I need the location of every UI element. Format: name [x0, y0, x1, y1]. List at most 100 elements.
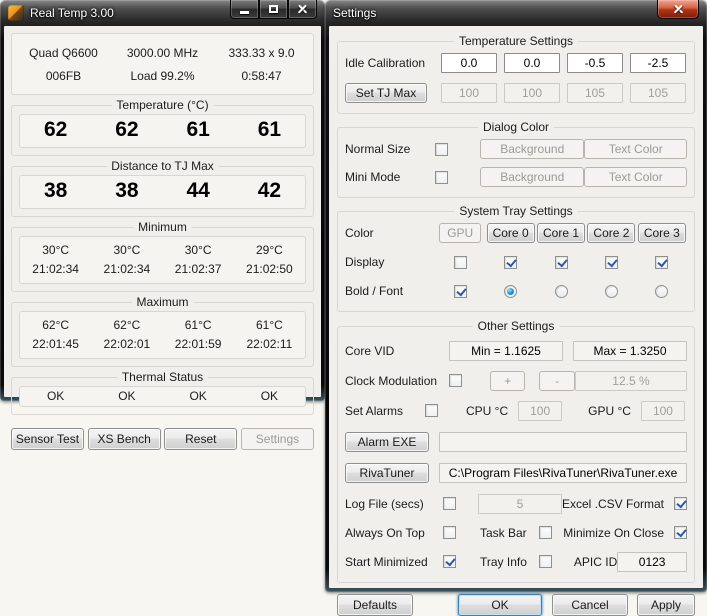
realtemp-window-title: Real Temp 3.00 — [30, 6, 114, 20]
max-time-core1: 22:02:01 — [91, 337, 162, 351]
minimize-on-close-checkbox[interactable] — [674, 526, 687, 539]
display-core1-checkbox[interactable] — [555, 256, 568, 269]
max-time-core3: 22:02:11 — [234, 337, 305, 351]
cpu-alarm-field: 100 — [518, 401, 562, 421]
min-time-core1: 21:02:34 — [91, 262, 162, 276]
set-alarms-checkbox[interactable] — [425, 404, 438, 417]
thermal-status-title: Thermal Status — [117, 370, 208, 384]
thermal-status-core0: OK — [20, 389, 91, 403]
dialog-color-group: Dialog Color Normal Size Background Text… — [337, 127, 695, 198]
gpu-alarm-label: GPU °C — [588, 404, 631, 418]
max-temp-core0: 62°C — [20, 318, 91, 332]
settings-close-button[interactable] — [657, 0, 699, 19]
settings-titlebar[interactable]: Settings — [325, 0, 707, 26]
reset-button[interactable]: Reset — [164, 428, 237, 450]
modulation-plus-button: + — [490, 371, 525, 391]
cpu-clock: 3000.00 MHz — [113, 46, 212, 60]
sensor-test-button[interactable]: Sensor Test — [11, 428, 84, 450]
settings-client-area: Temperature Settings Idle Calibration 0.… — [329, 26, 703, 588]
alarm-exe-button[interactable]: Alarm EXE — [345, 432, 429, 452]
core2-color-button[interactable]: Core 2 — [587, 223, 635, 243]
apply-button[interactable]: Apply — [637, 594, 695, 616]
thermal-status-group: Thermal Status OK OK OK OK — [11, 377, 314, 415]
settings-footer: Defaults OK Cancel Apply — [337, 594, 695, 616]
normal-size-checkbox[interactable] — [435, 143, 448, 156]
thermal-status-core3: OK — [234, 389, 305, 403]
xs-bench-button[interactable]: XS Bench — [88, 428, 161, 450]
min-time-core2: 21:02:37 — [163, 262, 234, 276]
core0-color-button[interactable]: Core 0 — [487, 223, 535, 243]
excel-csv-label: Excel .CSV Format — [562, 497, 664, 511]
gpu-alarm-field: 100 — [641, 401, 685, 421]
cpu-multiplier: 333.33 x 9.0 — [212, 46, 311, 60]
thermal-status-core1: OK — [91, 389, 162, 403]
minimum-group-title: Minimum — [133, 220, 192, 234]
excel-csv-checkbox[interactable] — [674, 497, 687, 510]
max-temp-core2: 61°C — [163, 318, 234, 332]
font-core0-radio[interactable] — [504, 285, 517, 298]
log-file-label: Log File (secs) — [345, 497, 433, 511]
idle-calibration-core2-input[interactable]: -0.5 — [567, 53, 623, 73]
uptime: 0:58:47 — [212, 69, 311, 83]
idle-calibration-core3-input[interactable]: -2.5 — [630, 53, 686, 73]
display-core2-checkbox[interactable] — [605, 256, 618, 269]
close-button[interactable] — [288, 0, 317, 19]
core3-color-button[interactable]: Core 3 — [638, 223, 686, 243]
display-core0-checkbox[interactable] — [504, 256, 517, 269]
cpu-alarm-label: CPU °C — [466, 404, 508, 418]
core1-distance: 38 — [91, 179, 162, 203]
display-core3-checkbox[interactable] — [655, 256, 668, 269]
max-temp-core3: 61°C — [234, 318, 305, 332]
cpu-id: 006FB — [14, 69, 113, 83]
mini-mode-checkbox[interactable] — [435, 171, 448, 184]
max-time-core2: 22:01:59 — [163, 337, 234, 351]
rivatuner-button[interactable]: RivaTuner — [345, 463, 429, 483]
always-on-top-checkbox[interactable] — [443, 526, 456, 539]
dialog-color-title: Dialog Color — [478, 120, 554, 134]
font-core1-radio[interactable] — [555, 285, 568, 298]
realtemp-button-row: Sensor Test XS Bench Reset Settings — [11, 428, 314, 450]
idle-calibration-label: Idle Calibration — [345, 56, 441, 70]
cpu-info-panel: Quad Q6600 3000.00 MHz 333.33 x 9.0 006F… — [11, 33, 314, 95]
settings-button: Settings — [241, 428, 314, 450]
realtemp-window: Real Temp 3.00 Quad Q6600 3000.00 MHz 33… — [0, 0, 325, 401]
core1-color-button[interactable]: Core 1 — [537, 223, 585, 243]
idle-calibration-core0-input[interactable]: 0.0 — [441, 53, 497, 73]
normal-size-label: Normal Size — [345, 142, 435, 156]
rivatuner-path-field[interactable]: C:\Program Files\RivaTuner\RivaTuner.exe — [439, 463, 687, 483]
start-minimized-label: Start Minimized — [345, 555, 433, 569]
settings-caption-buttons — [657, 0, 699, 19]
tray-info-checkbox[interactable] — [539, 555, 552, 568]
font-core2-radio[interactable] — [605, 285, 618, 298]
max-time-core0: 22:01:45 — [20, 337, 91, 351]
core2-distance: 44 — [163, 179, 234, 203]
normal-background-button: Background — [480, 139, 584, 159]
set-tj-max-button[interactable]: Set TJ Max — [345, 83, 427, 103]
core2-temperature: 61 — [163, 118, 234, 142]
min-temp-core3: 29°C — [234, 243, 305, 257]
clock-modulation-checkbox[interactable] — [449, 374, 462, 387]
other-settings-title: Other Settings — [473, 319, 560, 333]
cpu-load: Load 99.2% — [113, 69, 212, 83]
idle-calibration-core1-input[interactable]: 0.0 — [504, 53, 560, 73]
minimize-button[interactable] — [230, 0, 259, 19]
gpu-color-button: GPU — [439, 223, 481, 243]
defaults-button[interactable]: Defaults — [337, 594, 413, 616]
font-core3-radio[interactable] — [655, 285, 668, 298]
start-minimized-checkbox[interactable] — [443, 555, 456, 568]
maximize-icon — [269, 5, 278, 13]
alarm-exe-path-field[interactable] — [439, 432, 687, 452]
log-file-checkbox[interactable] — [443, 497, 456, 510]
distance-group: Distance to TJ Max 38 38 44 42 — [11, 166, 314, 217]
task-bar-checkbox[interactable] — [539, 526, 552, 539]
display-gpu-checkbox[interactable] — [454, 256, 467, 269]
minimize-on-close-label: Minimize On Close — [563, 526, 664, 540]
max-temp-core1: 62°C — [91, 318, 162, 332]
min-time-core3: 21:02:50 — [234, 262, 305, 276]
bold-font-checkbox[interactable] — [454, 285, 467, 298]
ok-button[interactable]: OK — [458, 594, 542, 616]
distance-group-title: Distance to TJ Max — [106, 159, 218, 173]
cancel-button[interactable]: Cancel — [552, 594, 628, 616]
maximize-button[interactable] — [259, 0, 288, 19]
system-tray-group: System Tray Settings Color GPU Core 0 Co… — [337, 211, 695, 312]
